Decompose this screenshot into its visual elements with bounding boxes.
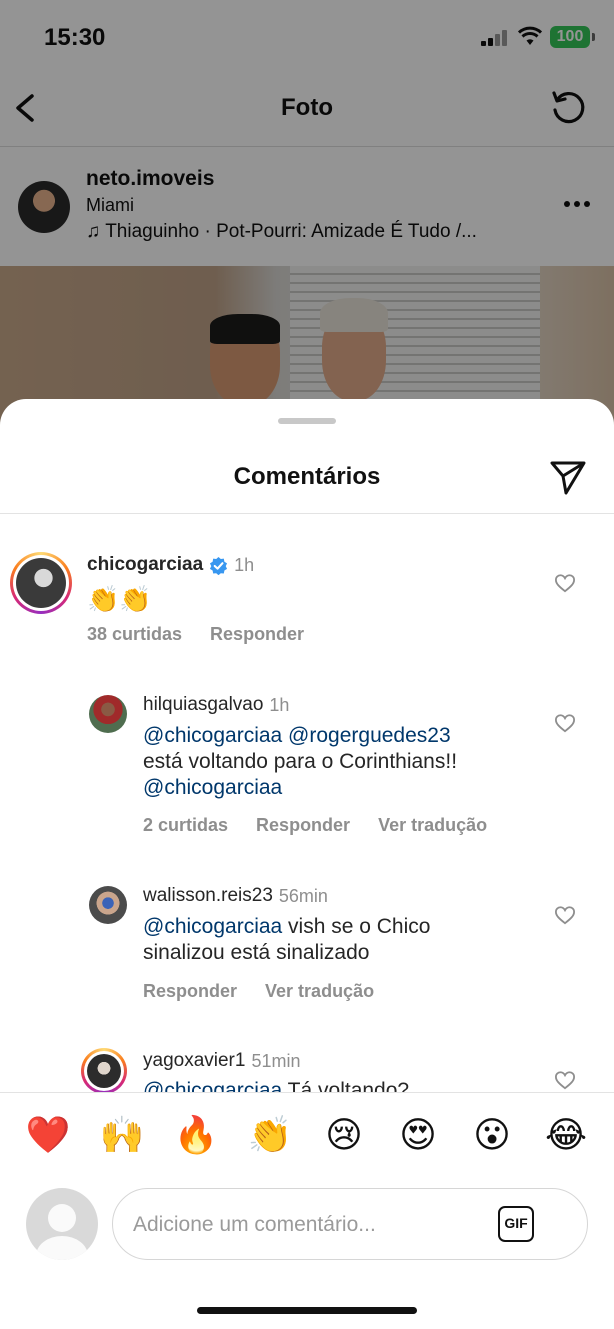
emoji-reaction-bar: ❤️ 🙌 🔥 👏 😢 😍 😮 😂 [0, 1092, 614, 1188]
likes-count[interactable]: 38 curtidas [87, 624, 182, 644]
comment-username[interactable]: walisson.reis23 [143, 885, 273, 907]
comment-time: 1h [269, 694, 290, 715]
comment-header: chicogarciaa 1h [87, 554, 254, 576]
emoji-laughing-button[interactable]: 😂 [543, 1113, 589, 1159]
mention-link[interactable]: @chicogarciaa [143, 776, 282, 799]
translate-button[interactable]: Ver tradução [378, 815, 487, 835]
emoji-surprised-button[interactable]: 😮 [469, 1113, 515, 1159]
comment-header: yagoxavier1 51min [143, 1050, 300, 1072]
emoji-fire-button[interactable]: 🔥 [173, 1113, 219, 1159]
home-indicator [197, 1307, 417, 1314]
commenter-avatar[interactable] [87, 1054, 121, 1088]
reply-item: walisson.reis23 56min @chicogarciaa vish… [0, 874, 614, 1014]
comment-list[interactable]: chicogarciaa 1h 👏👏 38 curtidas Responder … [0, 514, 614, 1092]
emoji-crying-button[interactable]: 😢 [321, 1113, 367, 1159]
reply-item: yagoxavier1 51min @chicogarciaa Tá volta… [0, 1041, 614, 1092]
like-heart-icon[interactable] [554, 713, 576, 733]
comment-text-line: @chicogarciaa [143, 775, 282, 801]
comment-text-line: sinalizou está sinalizado [143, 941, 370, 964]
sheet-grabber[interactable] [278, 418, 336, 424]
emoji-heart-eyes-button[interactable]: 😍 [395, 1113, 441, 1159]
comment-header: hilquiasgalvao 1h [143, 694, 289, 716]
comments-sheet: Comentários chicogarciaa 1h 👏👏 38 curtid… [0, 399, 614, 1329]
comment-username[interactable]: hilquiasgalvao [143, 694, 263, 716]
emoji-heart-button[interactable]: ❤️ [25, 1113, 71, 1159]
comment-time: 56min [278, 885, 328, 906]
likes-count[interactable]: 2 curtidas [143, 815, 228, 835]
mention-link[interactable]: @chicogarciaa @rogerguedes23 [143, 724, 451, 747]
emoji-clap-button[interactable]: 👏 [247, 1113, 293, 1159]
emoji-raised-hands-button[interactable]: 🙌 [99, 1113, 145, 1159]
current-user-avatar [26, 1188, 98, 1260]
mention-link[interactable]: @chicogarciaa [143, 1079, 282, 1092]
comment-text-line: @chicogarciaa vish se o Chico [143, 915, 431, 938]
sheet-title: Comentários [233, 463, 381, 490]
like-heart-icon[interactable] [554, 1070, 576, 1090]
comment-time: 51min [251, 1050, 301, 1071]
comment-time: 1h [234, 554, 255, 575]
comment-composer: GIF [0, 1188, 614, 1268]
commenter-avatar[interactable] [89, 695, 127, 733]
translate-button[interactable]: Ver tradução [265, 981, 374, 1001]
comment-actions: Responder Ver tradução [143, 981, 402, 1002]
comment-header: walisson.reis23 56min [143, 885, 328, 907]
reply-item: hilquiasgalvao 1h @chicogarciaa @rogergu… [0, 682, 614, 852]
comment-username[interactable]: chicogarciaa [87, 554, 203, 576]
commenter-avatar[interactable] [16, 558, 66, 608]
reply-button[interactable]: Responder [143, 981, 237, 1001]
comment-text-line: @chicogarciaa @rogerguedes23 [143, 723, 451, 749]
like-heart-icon[interactable] [554, 573, 576, 593]
comment-actions: 2 curtidas Responder Ver tradução [143, 815, 515, 836]
comment-text-line: está voltando para o Corinthians!! [143, 750, 458, 773]
verified-badge-icon [210, 556, 228, 575]
commenter-avatar[interactable] [89, 886, 127, 924]
comment-text: 👏👏 [87, 585, 152, 615]
reply-button[interactable]: Responder [256, 815, 350, 835]
share-send-icon[interactable] [548, 457, 588, 497]
reply-button[interactable]: Responder [210, 624, 304, 644]
comment-actions: 38 curtidas Responder [87, 624, 332, 645]
comment-input-container[interactable]: GIF [112, 1188, 588, 1260]
gif-button[interactable]: GIF [498, 1206, 534, 1242]
like-heart-icon[interactable] [554, 905, 576, 925]
comment-username[interactable]: yagoxavier1 [143, 1050, 245, 1072]
comment-input[interactable] [133, 1205, 493, 1245]
comment-item: chicogarciaa 1h 👏👏 38 curtidas Responder [0, 514, 614, 664]
mention-link[interactable]: @chicogarciaa [143, 915, 282, 938]
comment-text-line: @chicogarciaa Tá voltando? [143, 1078, 409, 1092]
